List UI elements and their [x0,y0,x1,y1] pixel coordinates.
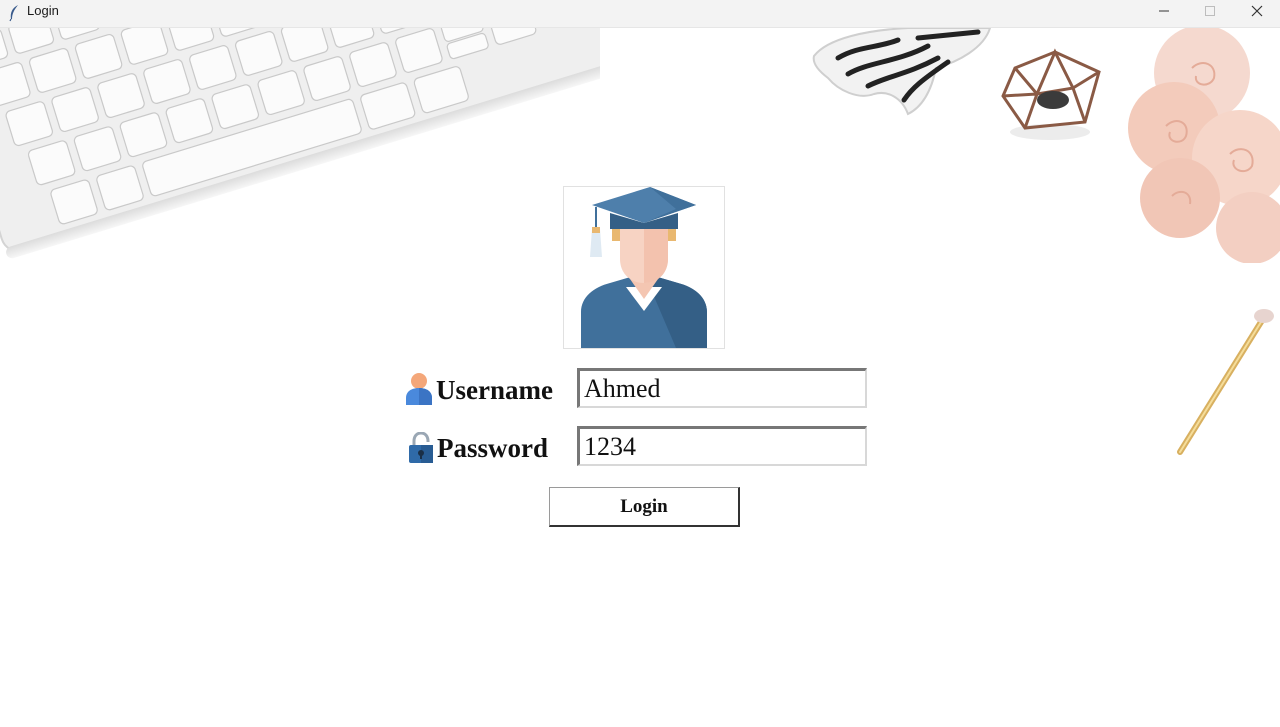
window-titlebar: Login [0,0,1280,28]
minimize-icon [1159,10,1169,12]
roses-image [1128,28,1280,263]
close-icon [1251,5,1263,17]
login-button[interactable]: Login [549,487,740,527]
maximize-button[interactable] [1187,0,1233,22]
zebra-tray-image [812,28,992,116]
pen-image [1177,309,1274,455]
feather-icon [9,5,18,22]
graduate-avatar-icon [581,187,707,348]
minimize-button[interactable] [1141,0,1187,22]
keyboard-image [0,28,600,259]
user-icon [406,373,432,405]
maximize-icon [1205,6,1215,16]
close-button[interactable] [1234,0,1280,22]
candle-holder-image [1001,48,1101,140]
window-title: Login [27,3,59,18]
padlock-icon [409,432,433,463]
password-label: Password [437,433,549,463]
avatar-frame [563,186,725,349]
username-label: Username [436,375,553,405]
password-input[interactable] [577,426,867,466]
username-input[interactable] [577,368,867,408]
